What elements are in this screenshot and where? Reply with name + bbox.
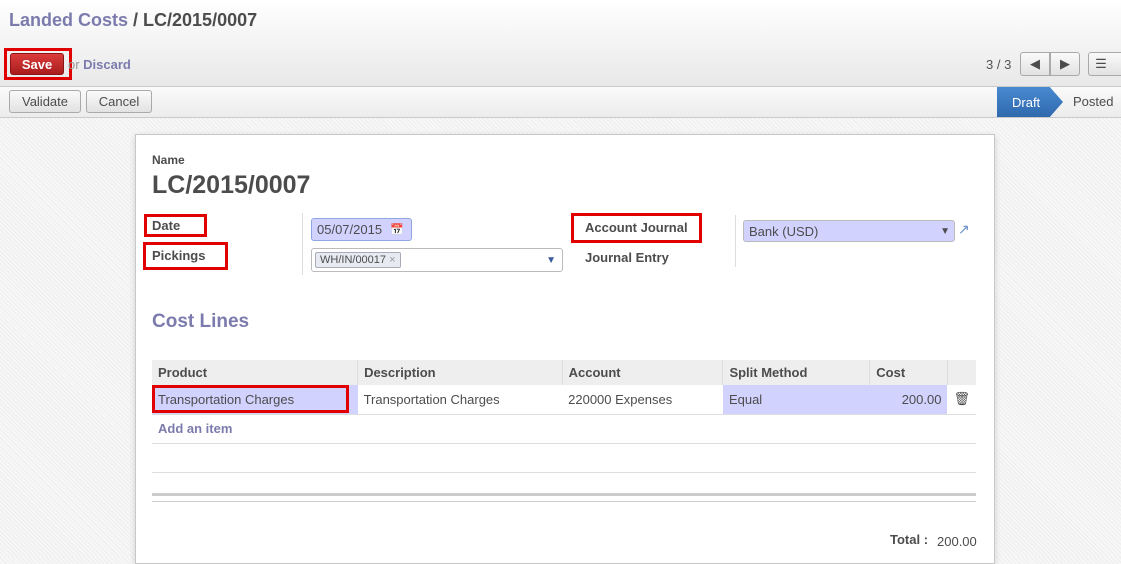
account-journal-select[interactable]: Bank (USD) ▼ [743, 220, 955, 242]
column-product[interactable]: Product [152, 360, 358, 385]
breadcrumb-parent[interactable]: Landed Costs [9, 10, 128, 30]
empty-row [152, 443, 976, 473]
previous-button[interactable]: ◀ [1020, 52, 1050, 76]
cell-description[interactable]: Transportation Charges [357, 385, 563, 415]
discard-label: Discard [83, 57, 131, 72]
discard-link[interactable]: or Discard [68, 57, 131, 72]
picking-tag-label: WH/IN/00017 [320, 254, 387, 266]
pickings-label: Pickings [152, 248, 206, 263]
account-journal-label: Account Journal [585, 220, 688, 235]
dropdown-arrow-icon: ▼ [940, 225, 950, 237]
arrow-left-icon: ◀ [1030, 56, 1040, 71]
date-input[interactable]: 05/07/2015 📅 [311, 218, 412, 241]
table-footer [152, 493, 976, 502]
cell-split-method[interactable]: Equal [722, 385, 870, 415]
total-label: Total : [890, 532, 929, 547]
pickings-input[interactable]: WH/IN/00017 × ▼ [311, 248, 563, 272]
next-button[interactable]: ▶ [1050, 52, 1080, 76]
validate-button[interactable]: Validate [9, 90, 81, 113]
column-actions [946, 360, 976, 385]
external-link-icon[interactable]: ↗ [958, 221, 970, 238]
dropdown-arrow-icon[interactable]: ▼ [546, 255, 556, 266]
column-account[interactable]: Account [561, 360, 723, 385]
stage-posted[interactable]: Posted [1073, 94, 1113, 109]
date-label: Date [152, 218, 181, 233]
name-label: Name [152, 153, 185, 167]
breadcrumb: Landed Costs / LC/2015/0007 [9, 10, 257, 31]
cell-account[interactable]: 220000 Expenses [562, 385, 723, 415]
cost-lines-title: Cost Lines [152, 311, 250, 332]
list-view-button[interactable]: ☰ [1088, 52, 1121, 76]
table-row[interactable]: Transportation Charges Transportation Ch… [152, 385, 976, 415]
divider [735, 215, 736, 267]
journal-entry-label: Journal Entry [585, 250, 669, 265]
stage-draft[interactable]: Draft [997, 87, 1063, 117]
cost-lines-table: Product Description Account Split Method… [152, 360, 976, 473]
account-journal-value: Bank (USD) [749, 223, 819, 239]
arrow-right-icon: ▶ [1060, 56, 1070, 71]
add-item-link[interactable]: Add an item [152, 414, 976, 444]
column-split-method[interactable]: Split Method [722, 360, 870, 385]
save-button[interactable]: Save [10, 53, 64, 75]
list-icon: ☰ [1095, 56, 1107, 71]
form-sheet: Name LC/2015/0007 Date Pickings 05/07/20… [135, 134, 995, 564]
breadcrumb-current: LC/2015/0007 [143, 10, 258, 30]
breadcrumb-separator: / [128, 10, 144, 30]
cancel-button[interactable]: Cancel [86, 90, 152, 113]
or-text: or [68, 57, 84, 72]
column-cost[interactable]: Cost [869, 360, 948, 385]
cell-product[interactable]: Transportation Charges [152, 385, 358, 415]
status-bar [0, 87, 1121, 118]
total-value: 200.00 [937, 534, 977, 549]
record-name: LC/2015/0007 [152, 171, 311, 199]
date-value: 05/07/2015 [317, 222, 383, 237]
pager-value: 3 / 3 [986, 57, 1012, 72]
remove-tag-icon[interactable]: × [389, 254, 395, 266]
trash-icon[interactable]: 🗑 [947, 385, 976, 415]
column-description[interactable]: Description [357, 360, 563, 385]
picking-tag: WH/IN/00017 × [315, 252, 401, 268]
cell-cost[interactable]: 200.00 [869, 385, 948, 415]
divider [302, 213, 303, 275]
calendar-icon[interactable]: 📅 [390, 223, 404, 236]
